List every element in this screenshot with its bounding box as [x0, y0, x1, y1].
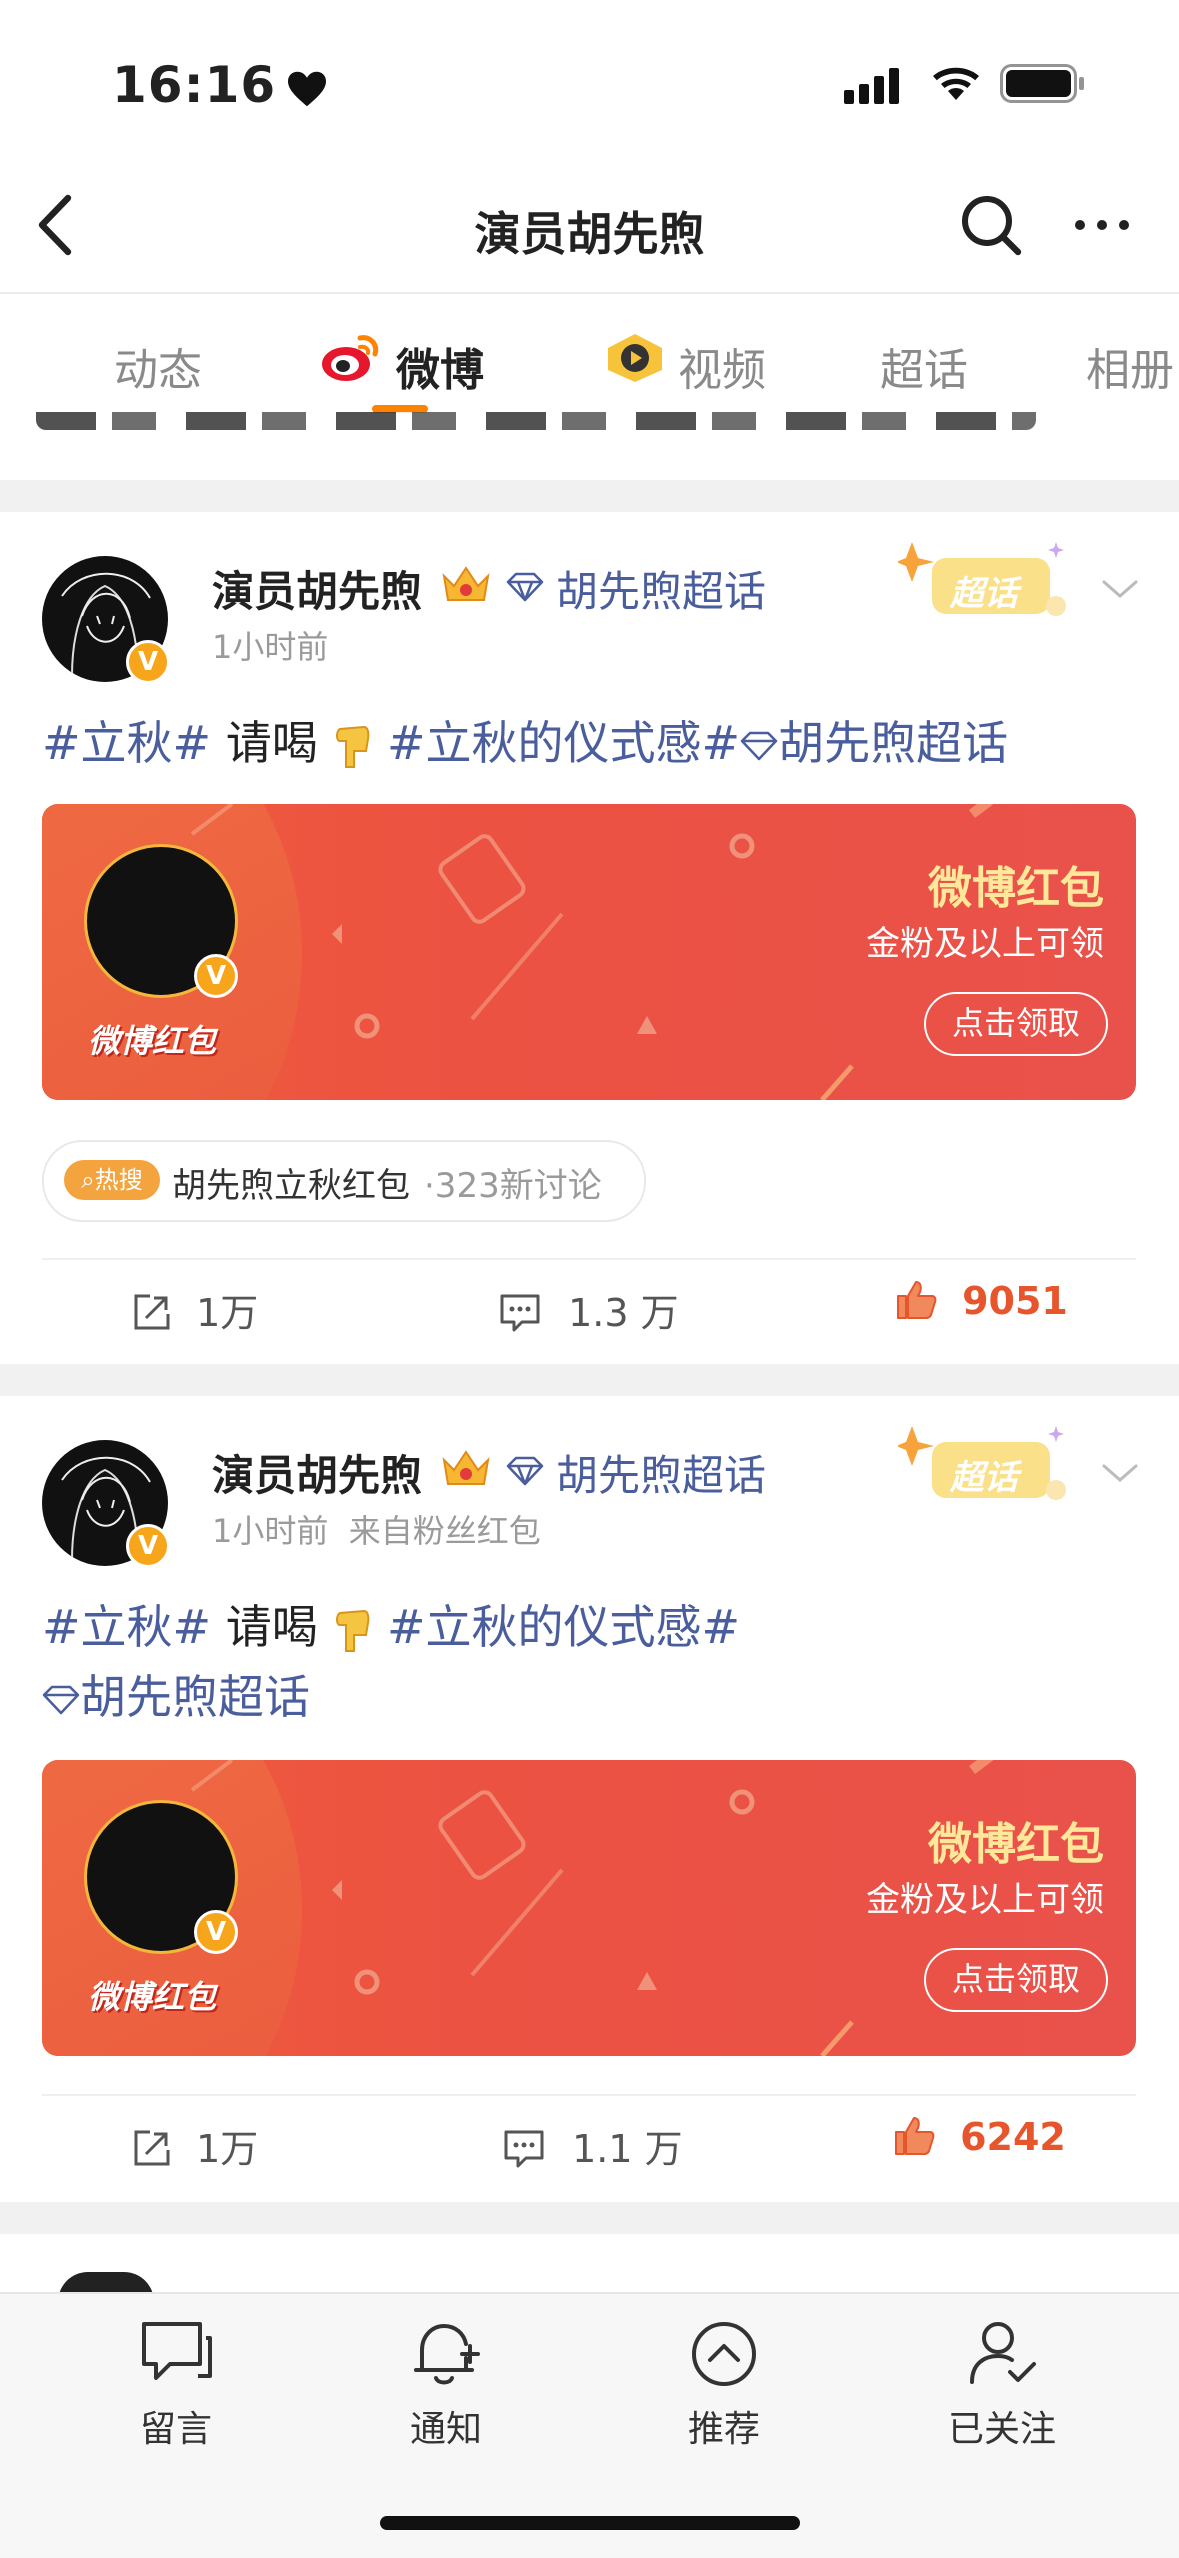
hashtag[interactable]: #立秋的仪式感# — [387, 1600, 740, 1654]
pointing-down-emoji — [332, 1601, 372, 1653]
post-time: 1小时前 来自粉丝红包 — [212, 1512, 541, 1550]
chaohua-badge-label: 超话 — [950, 574, 1018, 614]
nav-divider — [0, 292, 1179, 294]
card-subtitle: 金粉及以上可领 — [866, 1880, 1104, 1920]
tab-notify[interactable]: 通知 — [356, 2318, 536, 2452]
card-title: 微博红包 — [928, 863, 1104, 914]
section-separator — [0, 2202, 1179, 2234]
thumbs-up-icon — [897, 1281, 937, 1319]
repost-icon — [134, 2130, 170, 2166]
post-text: #立秋# 请喝 #立秋的仪式感# 胡先煦超话 — [42, 716, 1009, 770]
chaohua-badge[interactable]: 超话 — [896, 536, 1078, 636]
hashtag[interactable]: #立秋# — [42, 716, 211, 770]
chaohua-badge[interactable]: 超话 — [896, 1420, 1078, 1520]
thumbs-up-icon — [895, 2117, 935, 2155]
tab-label: 已关注 — [947, 2409, 1056, 2450]
chaohua-inline-link[interactable]: 胡先煦超话 — [740, 716, 1008, 770]
claim-button[interactable]: 点击领取 — [924, 1948, 1108, 2012]
hot-search-badge: ⌕热搜 — [64, 1160, 160, 1200]
verified-badge: V — [126, 1524, 170, 1568]
post-text: #立秋# 请喝 #立秋的仪式感# 胡先煦超话 — [42, 1600, 741, 1724]
red-packet-card[interactable]: V 微博红包 微博红包 金粉及以上可领 点击领取 — [42, 804, 1136, 1100]
verified-badge: V — [194, 1910, 238, 1954]
video-icon — [608, 334, 662, 382]
bell-icon — [414, 2324, 480, 2385]
tab-album[interactable]: 相册 — [1086, 334, 1174, 398]
home-indicator — [380, 2516, 800, 2530]
tab-label: 通知 — [409, 2409, 482, 2450]
like-button[interactable]: 6242 — [892, 2114, 1066, 2159]
tab-video[interactable]: 视频 — [678, 334, 766, 398]
tab-recommend[interactable]: 推荐 — [634, 2318, 814, 2452]
crown-icon — [442, 566, 490, 601]
pointing-down-emoji — [332, 717, 372, 769]
search-icon[interactable] — [958, 192, 1024, 258]
hashtag[interactable]: #立秋的仪式感# — [387, 716, 740, 770]
repost-button[interactable]: 1万 — [130, 2118, 258, 2173]
verified-badge: V — [194, 954, 238, 998]
user-check-icon — [970, 2322, 1036, 2384]
chevron-down-icon[interactable] — [1098, 574, 1142, 604]
tab-weibo[interactable]: 微博 — [396, 334, 484, 398]
heart-icon — [288, 71, 327, 106]
hashtag[interactable]: #立秋# — [42, 1600, 211, 1654]
username[interactable]: 演员胡先煦 — [212, 558, 422, 619]
chaohua-link[interactable]: 胡先煦超话 — [556, 558, 766, 619]
status-time: 16:16 — [112, 56, 328, 114]
hot-search-text: 胡先煦立秋红包 — [172, 1166, 410, 1206]
post-source: 来自粉丝红包 — [348, 1512, 541, 1550]
post-time: 1小时前 — [212, 628, 329, 666]
card-logo: 微博红包 — [88, 1022, 217, 1060]
tab-following[interactable]: 已关注 — [912, 2318, 1092, 2452]
chaohua-badge-label: 超话 — [950, 1458, 1018, 1498]
post-card: V 演员胡先煦 胡先煦超话 1小时前 来自粉丝红包 超话 #立秋# 请喝 #立秋… — [0, 1396, 1179, 2196]
repost-button[interactable]: 1万 — [130, 1282, 258, 1337]
comment-button[interactable]: 1.3 万 — [498, 1282, 679, 1337]
red-packet-card[interactable]: V 微博红包 微博红包 金粉及以上可领 点击领取 — [42, 1760, 1136, 2056]
section-separator — [0, 480, 1179, 512]
clipped-content — [0, 412, 1179, 442]
action-divider — [42, 2094, 1136, 2096]
weibo-logo-icon — [322, 335, 379, 381]
verified-badge: V — [126, 640, 170, 684]
hot-search-pill[interactable]: ⌕热搜 胡先煦立秋红包 ·323新讨论 — [42, 1140, 646, 1222]
chevron-up-circle-icon — [692, 2322, 756, 2386]
tab-chaohua[interactable]: 超话 — [880, 334, 968, 398]
action-divider — [42, 1258, 1136, 1260]
card-subtitle: 金粉及以上可领 — [866, 924, 1104, 964]
section-separator — [0, 1364, 1179, 1396]
diamond-icon — [506, 572, 544, 602]
like-button[interactable]: 9051 — [894, 1278, 1068, 1323]
comment-icon — [500, 1294, 540, 1332]
repost-icon — [134, 1294, 170, 1330]
comment-button[interactable]: 1.1 万 — [502, 2118, 683, 2173]
battery-icon — [1000, 64, 1084, 103]
tab-label: 留言 — [139, 2409, 212, 2450]
tab-label: 推荐 — [687, 2409, 760, 2450]
chaohua-inline-link[interactable]: 胡先煦超话 — [42, 1670, 310, 1724]
diamond-icon — [506, 1456, 544, 1486]
card-logo: 微博红包 — [88, 1978, 217, 2016]
wifi-icon — [933, 67, 979, 100]
card-title: 微博红包 — [928, 1819, 1104, 1870]
claim-button[interactable]: 点击领取 — [924, 992, 1108, 1056]
message-icon — [142, 2322, 212, 2380]
chevron-down-icon[interactable] — [1098, 1458, 1142, 1488]
comment-icon — [504, 2130, 544, 2168]
search-icon: ⌕ — [81, 1166, 95, 1194]
crown-icon — [442, 1450, 490, 1485]
hot-search-count: ·323新讨论 — [424, 1166, 602, 1206]
post-card: V 演员胡先煦 胡先煦超话 1小时前 超话 #立秋# 请喝 #立秋的仪式感# 胡先… — [0, 512, 1179, 1364]
tab-message[interactable]: 留言 — [86, 2318, 266, 2452]
username[interactable]: 演员胡先煦 — [212, 1442, 422, 1503]
tab-dongtai[interactable]: 动态 — [114, 334, 202, 398]
signal-icon — [844, 68, 899, 104]
chaohua-link[interactable]: 胡先煦超话 — [556, 1442, 766, 1503]
more-icon[interactable] — [1072, 215, 1132, 235]
